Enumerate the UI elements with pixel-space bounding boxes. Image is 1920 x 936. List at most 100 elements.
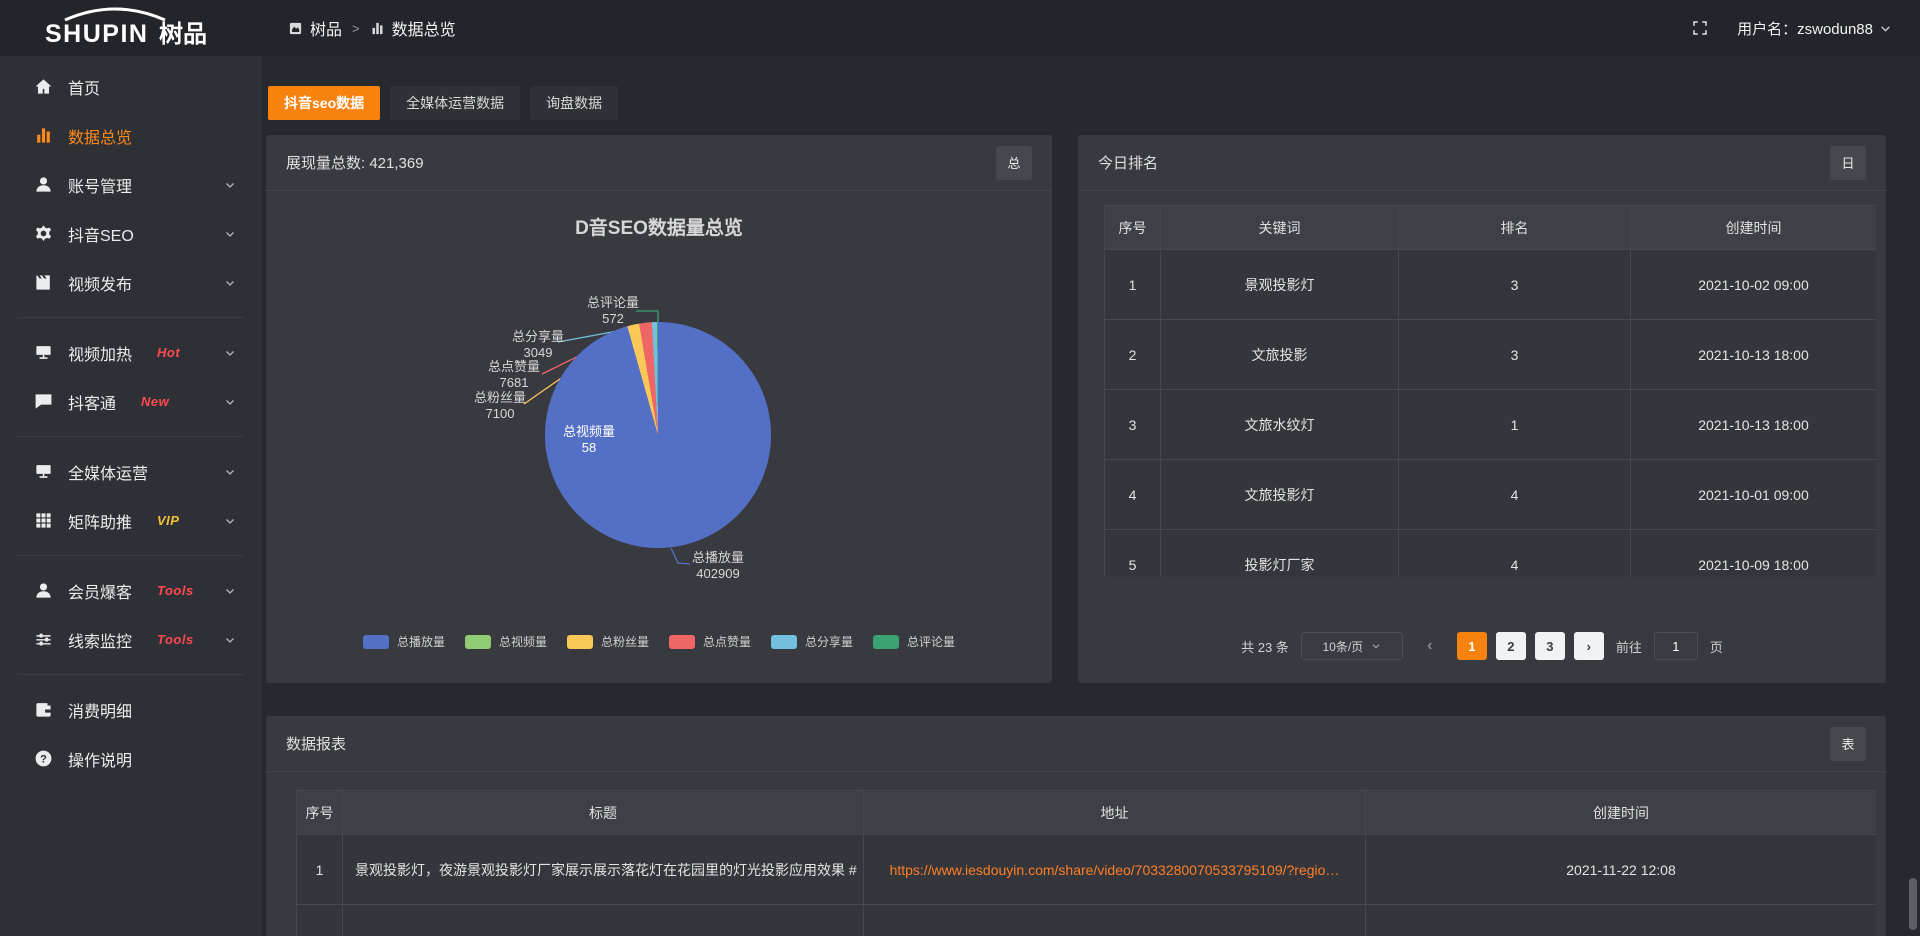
chevron-down-icon <box>224 179 236 191</box>
rank-panel-header: 今日排名 日 <box>1078 135 1886 191</box>
sidebar-item-matrix-boost[interactable]: 矩阵助推 VIP <box>0 496 262 545</box>
cell-created: 2021-10-01 09:00 <box>1631 460 1877 530</box>
cell-keyword: 景观投影灯 <box>1161 250 1399 320</box>
topbar-right: 用户名：zswodun88 <box>1691 18 1892 39</box>
tab-media-ops[interactable]: 全媒体运营数据 <box>390 86 520 120</box>
page-unit-label: 页 <box>1710 637 1723 656</box>
cell-rank: 3 <box>1399 250 1631 320</box>
cell-created: 2021-10-02 09:00 <box>1631 250 1877 320</box>
total-toggle-button[interactable]: 总 <box>996 146 1032 180</box>
col-rank: 排名 <box>1399 206 1631 250</box>
sidebar-divider <box>18 317 244 318</box>
sidebar-item-data-overview[interactable]: 数据总览 <box>0 111 262 160</box>
user-menu[interactable]: 用户名：zswodun88 <box>1737 18 1892 39</box>
cell-title: 景观投影灯，夜游景观投影灯厂家展示展示落花灯在花园里的灯光投影应用效果 # <box>343 835 864 905</box>
sidebar-item-label: 抖客通 <box>68 390 116 414</box>
sidebar-item-label: 账号管理 <box>68 173 132 197</box>
chart-legend: 总播放量 总视频量 总粉丝量 总点赞量 总分享量 总评论量 <box>266 633 1052 650</box>
sidebar-item-label: 视频加热 <box>68 341 132 365</box>
sidebar-item-help[interactable]: ? 操作说明 <box>0 734 262 783</box>
sidebar-item-label: 视频发布 <box>68 271 132 295</box>
sidebar-item-douyin-seo[interactable]: 抖音SEO <box>0 209 262 258</box>
report-panel-title: 数据报表 <box>286 733 346 754</box>
col-created: 创建时间 <box>1631 206 1877 250</box>
chevron-down-icon <box>224 277 236 289</box>
new-badge: New <box>141 394 169 409</box>
sidebar: 首页 数据总览 账号管理 抖音SEO 视频发布 <box>0 56 262 936</box>
col-title: 标题 <box>343 791 864 835</box>
impressions-total-label: 展现量总数: 421,369 <box>286 152 424 173</box>
sidebar-item-doketong[interactable]: 抖客通 New <box>0 377 262 426</box>
page-button-3[interactable]: 3 <box>1535 632 1565 660</box>
monitor-play-icon <box>34 343 53 362</box>
legend-item-comments[interactable]: 总评论量 <box>873 633 955 650</box>
cell-seq: 3 <box>1105 390 1161 460</box>
app-logo[interactable]: SHUPIN 树品 <box>0 7 262 49</box>
cell-rank: 4 <box>1399 460 1631 530</box>
pie-label-shares: 总分享量3049 <box>478 329 598 361</box>
report-panel-header: 数据报表 表 <box>266 716 1886 772</box>
chevron-down-icon <box>224 515 236 527</box>
pagination: 共 23 条 10条/页 ‹ 1 2 3 › 前往 页 <box>1078 632 1886 660</box>
chevron-down-icon <box>224 396 236 408</box>
monitor-icon <box>34 462 53 481</box>
sidebar-item-account[interactable]: 账号管理 <box>0 160 262 209</box>
bar-chart-icon <box>34 126 53 145</box>
breadcrumb-home[interactable]: 树品 <box>288 16 342 40</box>
next-page-button[interactable]: › <box>1574 632 1604 660</box>
sidebar-item-member-burst[interactable]: 会员爆客 Tools <box>0 566 262 615</box>
sidebar-item-home[interactable]: 首页 <box>0 62 262 111</box>
scrollbar-thumb[interactable] <box>1909 878 1917 930</box>
legend-item-fans[interactable]: 总粉丝量 <box>567 633 649 650</box>
tab-douyin-seo[interactable]: 抖音seo数据 <box>268 86 380 120</box>
cell-created: 2021-11-22 12:08 <box>1366 835 1877 905</box>
breadcrumb-current[interactable]: 数据总览 <box>370 16 456 40</box>
logo-graphic: SHUPIN 树品 <box>43 7 219 49</box>
rank-table-container: 序号 关键词 排名 创建时间 1 景观投影灯 3 2021-10-02 09:0… <box>1104 205 1876 577</box>
legend-item-videos[interactable]: 总视频量 <box>465 633 547 650</box>
sidebar-item-video-publish[interactable]: 视频发布 <box>0 258 262 307</box>
legend-item-shares[interactable]: 总分享量 <box>771 633 853 650</box>
wallet-icon <box>34 700 53 719</box>
sidebar-item-label: 首页 <box>68 75 100 99</box>
sidebar-item-lead-monitor[interactable]: 线索监控 Tools <box>0 615 262 664</box>
sliders-icon <box>34 630 53 649</box>
cell-keyword: 文旅投影灯 <box>1161 460 1399 530</box>
chevron-down-icon <box>1879 22 1892 35</box>
overview-panel-header: 展现量总数: 421,369 总 <box>266 135 1052 191</box>
legend-item-likes[interactable]: 总点赞量 <box>669 633 751 650</box>
goto-page-input[interactable] <box>1654 632 1698 660</box>
goto-label: 前往 <box>1616 637 1642 656</box>
sidebar-item-video-heat[interactable]: 视频加热 Hot <box>0 328 262 377</box>
table-toggle-button[interactable]: 表 <box>1830 727 1866 761</box>
cell-seq: 4 <box>1105 460 1161 530</box>
sidebar-item-media-ops[interactable]: 全媒体运营 <box>0 447 262 496</box>
table-header-row: 序号 标题 地址 创建时间 <box>297 791 1877 835</box>
prev-page-button[interactable]: ‹ <box>1415 632 1445 660</box>
sidebar-item-spend-detail[interactable]: 消费明细 <box>0 685 262 734</box>
gear-icon <box>34 224 53 243</box>
video-link[interactable]: https://www.iesdouyin.com/share/video/70… <box>890 862 1340 878</box>
cell-created: 2021-10-09 18:00 <box>1631 530 1877 578</box>
page-button-1[interactable]: 1 <box>1457 632 1487 660</box>
legend-item-plays[interactable]: 总播放量 <box>363 633 445 650</box>
pie-label-plays: 总播放量402909 <box>658 550 778 582</box>
tab-inquiry[interactable]: 询盘数据 <box>530 86 618 120</box>
cell-rank: 3 <box>1399 320 1631 390</box>
chevron-down-icon <box>224 634 236 646</box>
tools-badge: Tools <box>157 583 194 598</box>
page-size-select[interactable]: 10条/页 <box>1301 632 1403 660</box>
table-row: 3 文旅水纹灯 1 2021-10-13 18:00 <box>1105 390 1877 460</box>
sidebar-item-label: 抖音SEO <box>68 222 134 246</box>
sidebar-divider <box>18 436 244 437</box>
page-buttons: 1 2 3 › <box>1457 632 1604 660</box>
page-button-2[interactable]: 2 <box>1496 632 1526 660</box>
fullscreen-icon[interactable] <box>1691 19 1709 37</box>
day-toggle-button[interactable]: 日 <box>1830 146 1866 180</box>
app-window: SHUPIN 树品 树品 > 数据总览 <box>0 0 1920 936</box>
breadcrumb-label: 数据总览 <box>392 16 456 40</box>
rank-panel-title: 今日排名 <box>1098 152 1158 173</box>
pie-label-fans: 总粉丝量7100 <box>440 390 560 422</box>
table-row: 1 景观投影灯，夜游景观投影灯厂家展示展示落花灯在花园里的灯光投影应用效果 # … <box>297 835 1877 905</box>
cell-created: 2021-10-13 18:00 <box>1631 390 1877 460</box>
